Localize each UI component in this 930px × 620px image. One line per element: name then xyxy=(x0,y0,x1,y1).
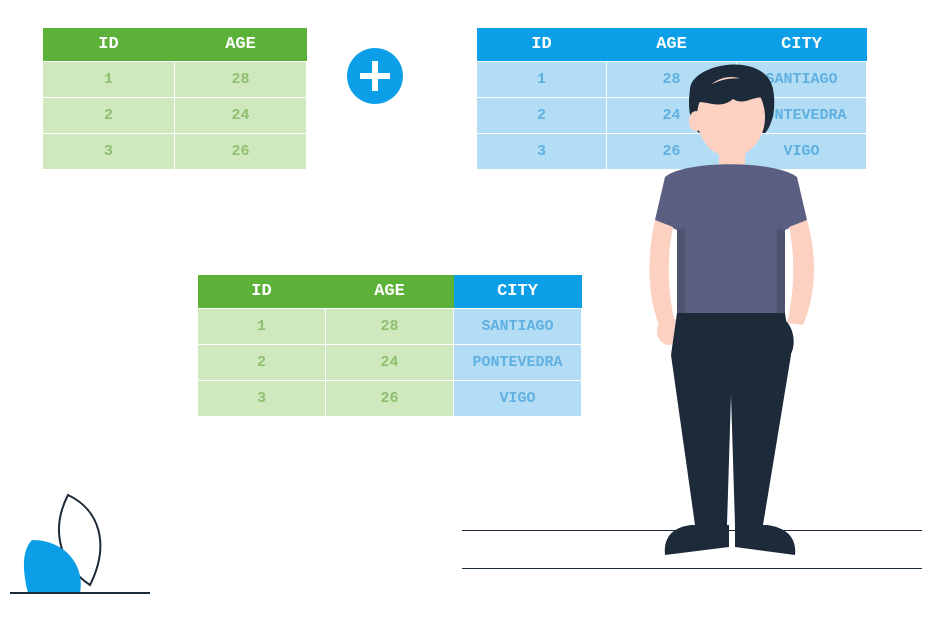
person-illustration xyxy=(595,55,875,615)
table-row: 1 28 xyxy=(43,62,307,98)
leaf-icon xyxy=(10,485,180,605)
cell-age: 28 xyxy=(326,309,454,345)
plus-icon xyxy=(347,48,403,104)
col-age-header: AGE xyxy=(326,275,454,309)
col-id-header: ID xyxy=(477,28,607,62)
cell-id: 2 xyxy=(198,345,326,381)
table-left-green: ID AGE 1 28 2 24 3 26 xyxy=(42,28,307,170)
table-row: 1 28 SANTIAGO xyxy=(198,309,582,345)
col-age-header: AGE xyxy=(175,28,307,62)
table-row: 3 26 xyxy=(43,134,307,170)
table-row: 2 24 xyxy=(43,98,307,134)
col-id-header: ID xyxy=(43,28,175,62)
cell-id: 1 xyxy=(198,309,326,345)
cell-age: 26 xyxy=(326,381,454,417)
cell-age: 24 xyxy=(326,345,454,381)
table-merged: ID AGE CITY 1 28 SANTIAGO 2 24 PONTEVEDR… xyxy=(197,275,582,417)
table-header-row: ID AGE xyxy=(43,28,307,62)
cell-id: 1 xyxy=(43,62,175,98)
col-city-header: CITY xyxy=(454,275,582,309)
cell-city: VIGO xyxy=(454,381,582,417)
cell-age: 26 xyxy=(175,134,307,170)
cell-id: 1 xyxy=(477,62,607,98)
cell-age: 24 xyxy=(175,98,307,134)
cell-id: 2 xyxy=(477,98,607,134)
cell-age: 28 xyxy=(175,62,307,98)
cell-id: 3 xyxy=(198,381,326,417)
table-header-row: ID AGE CITY xyxy=(198,275,582,309)
table-row: 3 26 VIGO xyxy=(198,381,582,417)
cell-id: 3 xyxy=(43,134,175,170)
cell-city: PONTEVEDRA xyxy=(454,345,582,381)
table-row: 2 24 PONTEVEDRA xyxy=(198,345,582,381)
cell-city: SANTIAGO xyxy=(454,309,582,345)
cell-id: 3 xyxy=(477,134,607,170)
col-id-header: ID xyxy=(198,275,326,309)
cell-id: 2 xyxy=(43,98,175,134)
